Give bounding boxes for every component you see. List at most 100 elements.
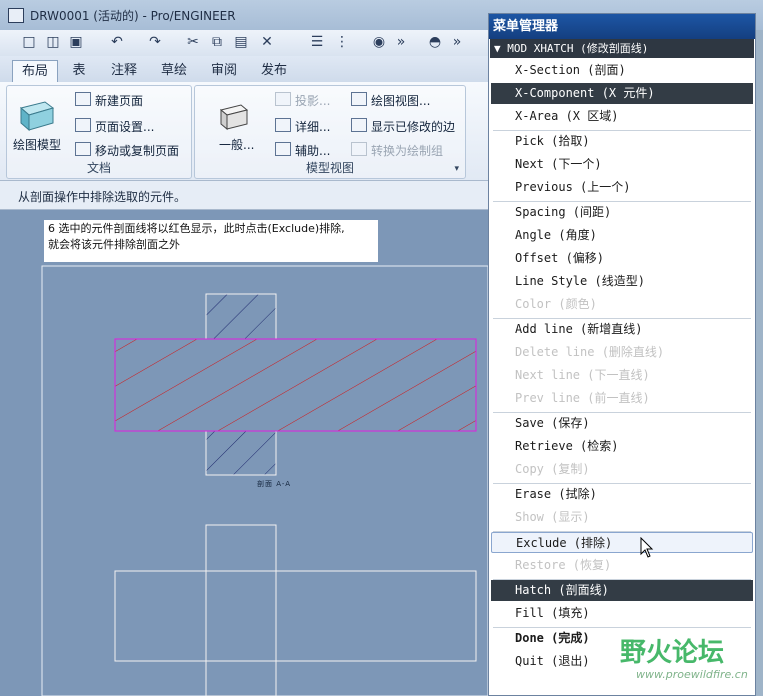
quick-toolbar: □ ◫ ▣ ↶ ↷ ✂ ⧉ ▤ ✕ ☰ ⋮ ◉ » ◓ »: [0, 30, 488, 57]
menu-header[interactable]: ▼ MOD XHATCH (修改剖面线): [490, 39, 754, 58]
general-view-icon[interactable]: [217, 102, 251, 132]
drawing-view-button[interactable]: 绘图视图...: [351, 92, 430, 109]
projection-label: 投影...: [295, 94, 331, 108]
model-views-group: 一般... 投影... 详细... 辅助... 绘图视图... 显示已修改的边 …: [194, 85, 466, 179]
selected-component-hatch: [114, 338, 477, 432]
general-view-button[interactable]: 一般...: [219, 136, 254, 153]
new-page-icon: [75, 92, 91, 106]
menu-item-next[interactable]: Next (下一个): [491, 154, 753, 175]
document-group-label: 文档: [86, 161, 111, 175]
status-message: 从剖面操作中排除选取的元件。: [18, 190, 187, 204]
menu-manager-title: 菜单管理器: [489, 14, 755, 39]
drawing-model-button[interactable]: 绘图模型: [13, 136, 61, 153]
menu-item-copy: Copy (复制): [515, 462, 590, 476]
open-icon[interactable]: ◫: [44, 33, 62, 51]
projection-button[interactable]: 投影...: [275, 92, 330, 109]
forum-watermark-url: www.proewildfire.cn: [636, 668, 748, 681]
ribbon-tabs: 布局 表 注释 草绘 审阅 发布: [0, 56, 488, 83]
copy-icon[interactable]: ⧉: [208, 33, 226, 51]
menu-item-spacing[interactable]: Spacing (间距): [491, 202, 753, 223]
menu-item-angle[interactable]: Angle (角度): [491, 225, 753, 246]
menu-item-add-line[interactable]: Add line (新增直线): [491, 319, 753, 340]
new-icon[interactable]: □: [20, 33, 38, 51]
menu-item-retrieve[interactable]: Retrieve (检索): [491, 436, 753, 457]
drawing-sheet[interactable]: [0, 210, 488, 696]
drawing-view-icon: [351, 92, 367, 106]
view2-horizontal-part: [114, 570, 477, 662]
show-modified-icon: [351, 118, 367, 132]
drawing-model-icon[interactable]: [15, 98, 57, 134]
paste-icon[interactable]: ▤: [232, 33, 250, 51]
drawing-view-label: 绘图视图...: [371, 94, 431, 108]
section-label: 剖面 A-A: [257, 480, 292, 488]
cut-icon[interactable]: ✂: [184, 33, 202, 51]
menu-item-fill[interactable]: Fill (填充): [491, 603, 753, 624]
group-expand-icon[interactable]: ▾: [454, 164, 459, 174]
more-icon[interactable]: »: [448, 33, 466, 51]
detail-view-button[interactable]: 详细...: [275, 118, 330, 135]
menu-item-x-section[interactable]: X-Section (剖面): [491, 60, 753, 81]
message-area: 从剖面操作中排除选取的元件。: [0, 181, 488, 210]
save-icon[interactable]: ▣: [67, 33, 85, 51]
menu-item-hatch[interactable]: Hatch (剖面线): [491, 580, 753, 601]
menu-item-exclude[interactable]: Exclude (排除): [491, 532, 753, 553]
note-line-2: 就会将该元件排除剖面之外: [48, 238, 180, 251]
show-modified-label: 显示已修改的边: [371, 120, 456, 134]
menu-item-pick[interactable]: Pick (拾取): [491, 131, 753, 152]
move-copy-label: 移动或复制页面: [95, 144, 180, 158]
mouse-cursor-icon: [640, 537, 654, 558]
new-page-label: 新建页面: [95, 94, 144, 108]
menu-item-previous[interactable]: Previous (上一个): [491, 177, 753, 198]
auxiliary-view-icon: [275, 142, 291, 156]
note-line-1: 6 选中的元件剖面线将以红色显示，此时点击(Exclude)排除,: [48, 222, 345, 235]
auxiliary-view-button[interactable]: 辅助...: [275, 142, 330, 159]
ribbon-panel: 绘图模型 新建页面 页面设置... 移动或复制页面 文档 一般... 投影...…: [0, 82, 488, 181]
tab-publish[interactable]: 发布: [252, 60, 296, 82]
model-views-group-label: 模型视图: [305, 161, 354, 175]
auxiliary-view-label: 辅助...: [295, 144, 331, 158]
projection-icon: [275, 92, 291, 106]
menu-item-show: Show (显示): [515, 510, 590, 524]
tab-sketch[interactable]: 草绘: [152, 60, 196, 82]
menu-item-save[interactable]: Save (保存): [491, 413, 753, 434]
forum-watermark-logo: 野火论坛: [620, 638, 725, 668]
menu-item-line-style[interactable]: Line Style (线造型): [491, 271, 753, 292]
redo-icon[interactable]: ↷: [146, 33, 164, 51]
view2-vertical-part: [205, 524, 277, 696]
layers-icon[interactable]: ☰: [308, 33, 326, 51]
page-setup-button[interactable]: 页面设置...: [75, 118, 154, 135]
document-group: 绘图模型 新建页面 页面设置... 移动或复制页面 文档: [6, 85, 192, 179]
more-icon[interactable]: »: [392, 33, 410, 51]
menu-item-erase[interactable]: Erase (拭除): [491, 484, 753, 505]
detail-view-icon: [275, 118, 291, 132]
tab-review[interactable]: 审阅: [202, 60, 246, 82]
move-copy-icon: [75, 142, 91, 156]
menu-item-prev-line: Prev line (前一直线): [515, 391, 650, 405]
menu-item-offset[interactable]: Offset (偏移): [491, 248, 753, 269]
page-setup-icon: [75, 118, 91, 132]
menu-item-x-component[interactable]: X-Component (X 元件): [491, 83, 753, 104]
menu-header-label: MOD XHATCH (修改剖面线): [507, 42, 649, 55]
detail-view-label: 详细...: [295, 120, 331, 134]
delete-icon[interactable]: ✕: [258, 33, 276, 51]
tree-icon[interactable]: ⋮: [333, 33, 351, 51]
convert-icon: [351, 142, 367, 156]
window-title: DRW0001 (活动的) - Pro/ENGINEER: [30, 9, 236, 23]
find-icon[interactable]: ◉: [370, 33, 388, 51]
tab-annotate[interactable]: 注释: [102, 60, 146, 82]
menu-item-x-area[interactable]: X-Area (X 区域): [491, 106, 753, 127]
convert-to-draft-group-button[interactable]: 转换为绘制组: [351, 142, 443, 159]
app-icon: [8, 8, 24, 23]
move-copy-page-button[interactable]: 移动或复制页面: [75, 142, 179, 159]
menu-item-restore: Restore (恢复): [515, 558, 612, 572]
menu-item-color: Color (颜色): [515, 297, 597, 311]
menu-item-delete-line: Delete line (删除直线): [515, 345, 665, 359]
undo-icon[interactable]: ↶: [108, 33, 126, 51]
tab-layout[interactable]: 布局: [12, 60, 58, 83]
page-setup-label: 页面设置...: [95, 120, 155, 134]
new-page-button[interactable]: 新建页面: [75, 92, 143, 109]
tab-table[interactable]: 表: [62, 60, 96, 82]
regen-icon[interactable]: ◓: [426, 33, 444, 51]
show-modified-edges-button[interactable]: 显示已修改的边: [351, 118, 455, 135]
convert-label: 转换为绘制组: [371, 144, 444, 158]
